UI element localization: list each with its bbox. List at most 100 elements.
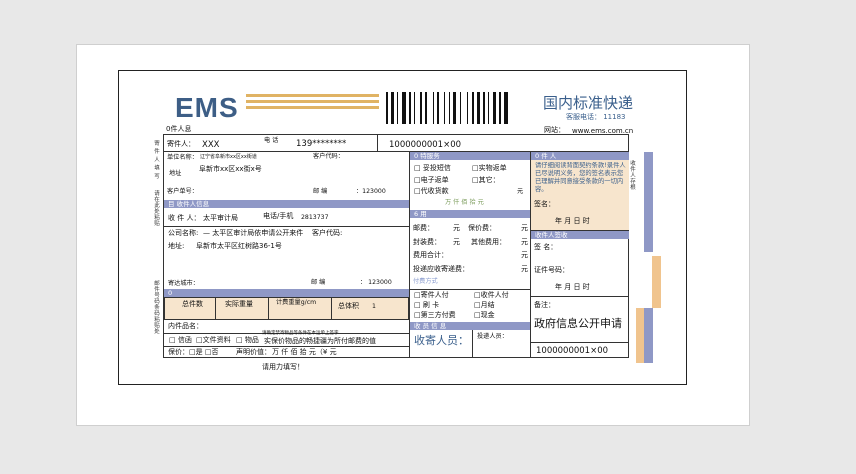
divider (163, 226, 409, 227)
recipient-phone: 2813737 (301, 214, 329, 221)
parcel-header: 0 (164, 289, 409, 297)
sender-order-label: 客户单号： (167, 188, 198, 195)
pay-sender[interactable]: □寄件人付 (414, 292, 449, 299)
delivery-date: 年 月 日 时 (555, 217, 590, 225)
recipient-customer-code: 客户代码: (312, 229, 343, 237)
goods-notice-a: 请确定禁寄物品等条件在本运单上签字 (262, 331, 339, 336)
yuan-unit: 元 (521, 265, 528, 273)
color-strip (636, 308, 644, 363)
pay-recipient[interactable]: □收件人付 (474, 292, 509, 299)
sender-address: 阜新市xx区xx街x号 (199, 165, 262, 173)
divider (331, 297, 332, 320)
total-label: 费用合计： (413, 251, 448, 259)
type-letter[interactable]: □ 信函 (169, 337, 192, 344)
payment-header: 付费方式 (413, 278, 438, 285)
margin-text: 请在此处粘贴 (153, 190, 159, 226)
divider (377, 134, 378, 152)
recipient-post: ： 123000 (360, 279, 392, 286)
sender-address-label: 地址 (169, 170, 182, 177)
collector-header: 收 员 信 息 (410, 322, 530, 330)
divider (530, 342, 629, 343)
divider (530, 296, 629, 297)
receipt-id-label: 证件号码： (534, 266, 569, 274)
option-other[interactable]: □其它： (472, 177, 500, 184)
delivery-sign-label: 签名： (534, 200, 555, 208)
sender-section-label: 0件人息 (166, 125, 192, 133)
receipt-sign-label: 签 名： (534, 243, 558, 251)
color-strip (644, 152, 653, 252)
sender-company-label: 单位名称： (167, 154, 198, 161)
packing-label: 封装费： (413, 238, 441, 246)
recipient-city-label: 寄达城市： (168, 280, 199, 287)
recipient-company-label: 公司名称: (168, 229, 199, 237)
recipient-header: 目 收件人信息 (164, 200, 409, 208)
margin-text: 收件人存根 (629, 160, 635, 190)
yuan-unit: 元 (517, 188, 524, 195)
contents-label: 内件品名： (168, 322, 203, 330)
logo-stripe (246, 100, 379, 103)
divider (215, 297, 216, 320)
ems-logo: EMS (175, 92, 239, 123)
special-service-header: 0 特服务 (410, 152, 530, 160)
postage-label: 邮费： (413, 224, 434, 232)
color-strip (644, 308, 653, 363)
option-cod[interactable]: □代收货款 (414, 188, 449, 195)
sender-company: 辽宁省阜新市xx区xx街道 (200, 154, 257, 160)
recipient-name: 太平审计局 (203, 214, 238, 222)
yuan-unit: 元 (521, 224, 528, 232)
weight-label: 实际重量 (225, 300, 253, 308)
sender-customer-code: 客户代码： (313, 153, 344, 160)
sender-post-label: 邮 编 (313, 188, 328, 195)
option-sms[interactable]: □ 妥投短信 (414, 165, 451, 172)
pay-card[interactable]: □ 刷 卡 (414, 302, 439, 309)
logo-stripe (246, 106, 379, 109)
divider (268, 297, 269, 320)
sender-phone: 139******** (296, 139, 347, 149)
yuan-unit: 元 (521, 238, 528, 246)
option-e-receipt[interactable]: □电子返单 (414, 177, 449, 184)
divider (472, 330, 473, 358)
recipient-phone-label: 电话/手机 (263, 212, 294, 220)
pieces-label: 总件数 (182, 300, 203, 308)
sender-phone-label: 电 话 (264, 137, 279, 144)
yuan-unit: 元 (521, 251, 528, 259)
volume-label: 总体积 (338, 302, 359, 310)
goods-notice-b: 实保价物品的畅捷疆为所付邮费的值 (264, 337, 376, 345)
recipient-address-label: 地址: (168, 242, 185, 250)
insurance-label: 保价费： (468, 224, 496, 232)
type-document[interactable]: □文件资料 (196, 337, 231, 344)
sender-name-label: 寄件人： (167, 140, 195, 148)
bottom-tracking-number: 1000000001×00 (536, 346, 609, 356)
recipient-address: 阜新市太平区红树路36-1号 (196, 242, 282, 250)
insure-option[interactable]: 保价：□是 □否 (168, 349, 218, 356)
type-goods[interactable]: □ 物品 (236, 337, 259, 344)
pay-cash[interactable]: □现金 (474, 312, 495, 319)
divider (163, 346, 409, 347)
yuan-unit: 元 (453, 238, 460, 246)
pay-third-party[interactable]: □第三方付费 (414, 312, 456, 319)
yuan-unit: 元 (453, 224, 460, 232)
delivery-header: 0 件 人 (531, 152, 629, 160)
declared-value-label: 声明价值： (236, 348, 271, 356)
delivery-notice: 请仔细阅读背面契约条款!录件人已尽说明义务，您的签名表示您已理解并同意接受条款的… (535, 162, 626, 193)
remark-text: 政府信息公开申请 (534, 317, 622, 330)
logo-stripe (246, 94, 379, 97)
recipient-post-label: 邮 编 (311, 279, 326, 286)
remark-label: 备注： (534, 301, 555, 309)
collector-name-label: 收寄人员： (414, 334, 469, 347)
pay-monthly[interactable]: □月结 (474, 302, 495, 309)
option-return-receipt[interactable]: □实物返单 (472, 165, 507, 172)
barcode-image (386, 92, 508, 124)
margin-text: 寄 件 人 填 写 (153, 140, 159, 179)
sender-name: XXX (202, 140, 220, 150)
recipient-company: — 太平区审计局依申请公开来件 (203, 229, 304, 237)
footer-note: 请用力填写！ (262, 363, 304, 371)
volume-value: 1 (372, 303, 376, 310)
declared-value: 万 仟 佰 拾 元（¥ 元 (272, 348, 337, 356)
vol-weight-label: 计费重量g/cm (276, 299, 317, 306)
other-fee-label: 其他费用： (471, 238, 506, 246)
receipt-header: 收件人签收 (531, 231, 629, 239)
cod-amount-units: 万 仟 佰 拾 元 (445, 199, 484, 206)
margin-text: 邮件号码条码粘贴处 (153, 280, 159, 334)
cod-fee-label: 投递应收寄递费： (413, 265, 469, 273)
